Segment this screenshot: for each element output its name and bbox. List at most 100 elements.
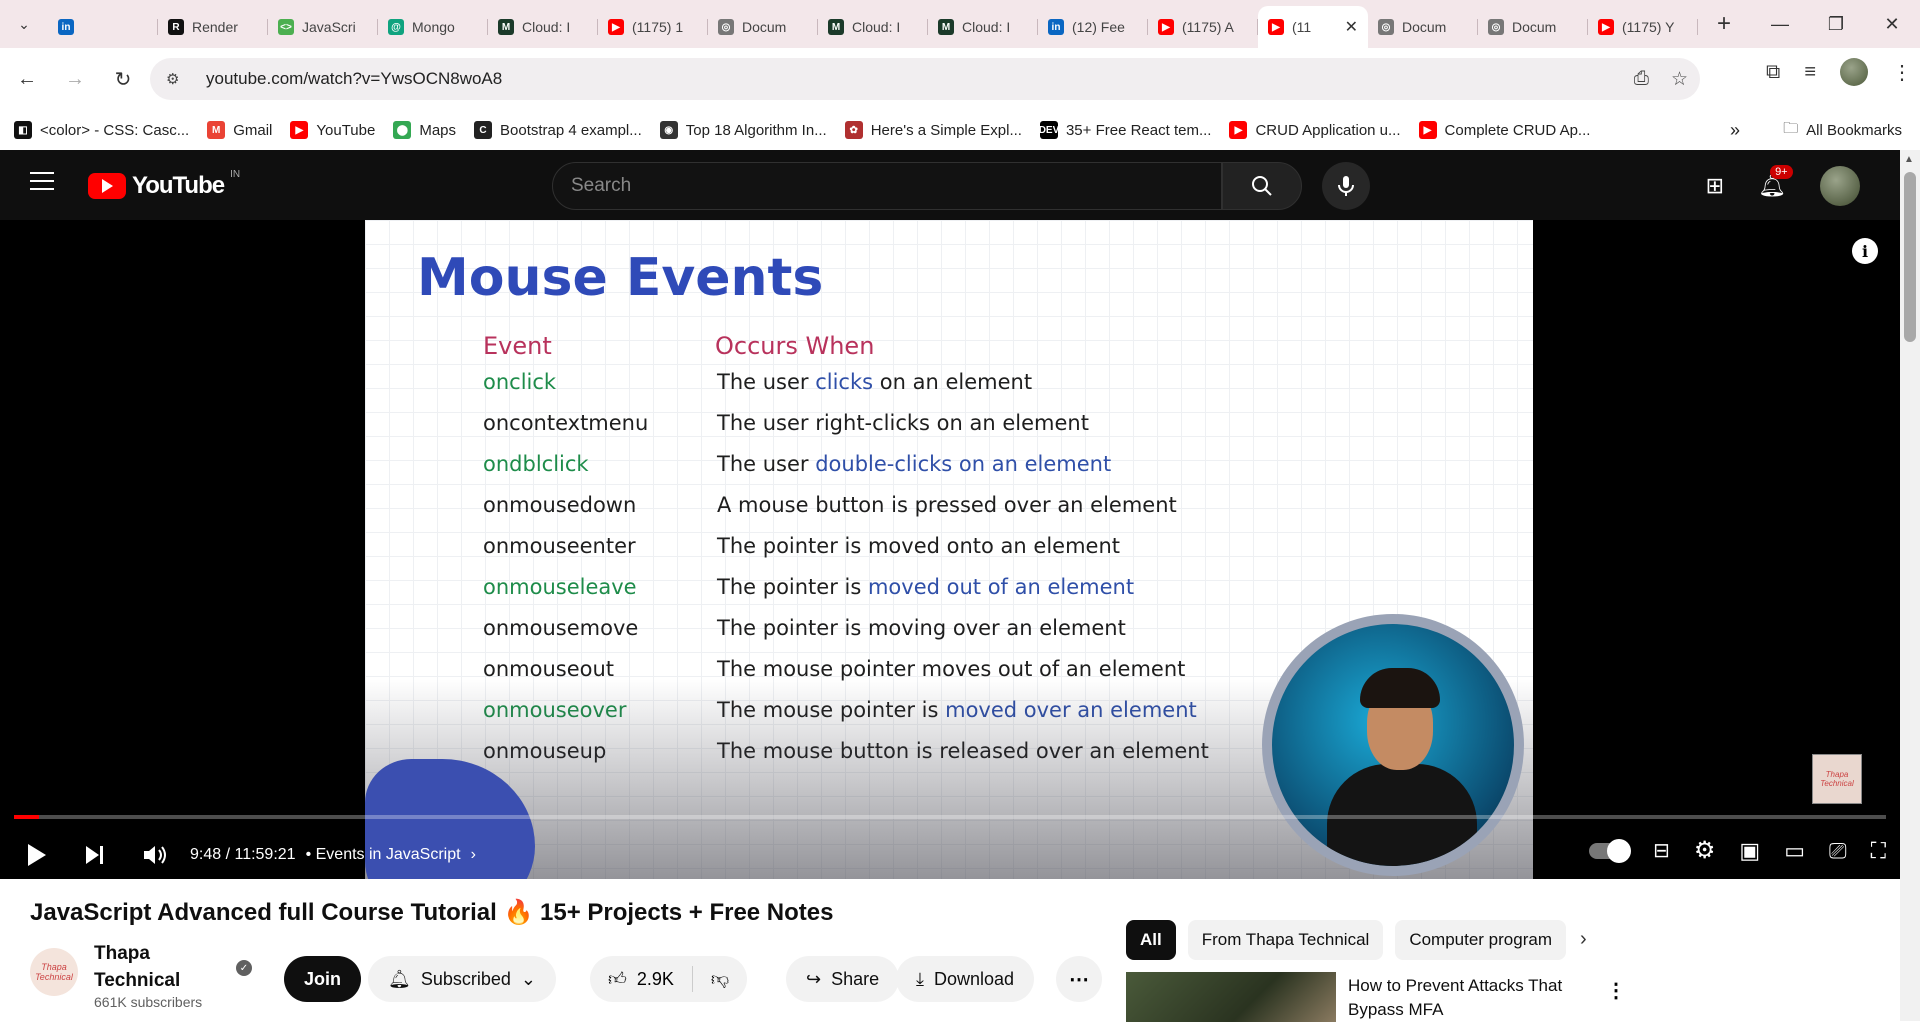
bookmark-item[interactable]: C Bootstrap 4 exampl... [474, 121, 642, 139]
more-bookmarks-chevron-icon[interactable]: » [1730, 120, 1740, 141]
info-icon[interactable]: i [1852, 238, 1878, 264]
browser-tab[interactable]: ▶ (1175) 1 [598, 9, 708, 45]
account-avatar[interactable] [1820, 166, 1860, 206]
bookmark-item[interactable]: ⬤ Maps [393, 121, 456, 139]
settings-gear-icon[interactable]: ⚙ [1694, 836, 1716, 865]
reload-button[interactable]: ↻ [102, 58, 144, 100]
page-scrollbar[interactable]: ▲ [1900, 150, 1920, 1021]
bookmark-star-icon[interactable]: ☆ [1671, 68, 1688, 91]
bookmark-item[interactable]: ▶ Complete CRUD Ap... [1418, 121, 1590, 139]
miniplayer-icon[interactable]: ▣ [1739, 838, 1760, 864]
join-button[interactable]: Join [284, 956, 362, 1002]
search-button[interactable] [1222, 162, 1302, 210]
more-actions-button[interactable]: ⋯ [1056, 956, 1102, 1002]
bookmark-item[interactable]: DEV 35+ Free React tem... [1039, 121, 1211, 139]
tab-search-chevron-icon[interactable]: ⌄ [0, 0, 48, 48]
browser-tab[interactable]: <> JavaScri [268, 9, 378, 45]
recommendation-menu-icon[interactable]: ⋮ [1606, 978, 1626, 1003]
channel-avatar[interactable]: Thapa Technical [30, 948, 78, 996]
filter-chip[interactable]: All [1126, 920, 1176, 960]
next-button[interactable] [84, 844, 106, 866]
subtitles-icon[interactable]: ⊟ [1653, 838, 1670, 863]
download-button[interactable]: ⤓ Download [896, 956, 1035, 1002]
address-bar[interactable]: ⚙ youtube.com/watch?v=YwsOCN8woA8 ⎙ ☆ [150, 58, 1700, 100]
all-bookmarks-button[interactable]: 🗀 All Bookmarks [1783, 118, 1902, 143]
close-tab-icon[interactable]: ✕ [1345, 17, 1358, 37]
media-controls-icon[interactable]: ≡ [1804, 61, 1816, 84]
browser-menu-icon[interactable]: ⋮ [1892, 60, 1912, 85]
profile-avatar[interactable] [1840, 58, 1868, 86]
event-row: onclick The user clicks on an element [365, 370, 1533, 411]
browser-tab[interactable]: R Render [158, 9, 268, 45]
browser-tab[interactable]: ◎ Docum [1478, 9, 1588, 45]
browser-tab[interactable]: @ Mongo [378, 9, 488, 45]
bookmark-label: YouTube [316, 121, 376, 139]
install-app-icon[interactable]: ⎙ [1634, 68, 1649, 91]
recommendation-item[interactable]: How to Prevent Attacks That Bypass MFA ⋮ [1126, 972, 1902, 1022]
create-video-icon[interactable]: ⊞ [1706, 173, 1724, 199]
browser-tab[interactable]: M Cloud: I [928, 9, 1038, 45]
browser-tab[interactable]: M Cloud: I [488, 9, 598, 45]
scrollbar-thumb[interactable] [1904, 172, 1916, 342]
window-controls: — ❐ ✕ [1752, 0, 1920, 48]
bookmark-favicon-icon: M [207, 121, 226, 139]
bookmark-label: Bootstrap 4 exampl... [500, 121, 642, 139]
render-icon: R [168, 19, 184, 35]
menu-hamburger-icon[interactable] [30, 172, 54, 196]
browser-tab[interactable]: M Cloud: I [818, 9, 928, 45]
recommendation-thumbnail[interactable] [1126, 972, 1336, 1022]
chips-next-chevron-icon[interactable]: › [1580, 928, 1587, 951]
new-tab-button[interactable]: + [1706, 6, 1742, 42]
recommendation-title[interactable]: How to Prevent Attacks That Bypass MFA [1348, 974, 1608, 1022]
back-button[interactable]: ← [6, 58, 48, 100]
forward-button[interactable]: → [54, 58, 96, 100]
site-info-icon[interactable]: ⚙ [166, 70, 186, 88]
chapter-chevron-icon[interactable]: › [471, 846, 476, 864]
progress-played [14, 815, 40, 819]
bookmark-item[interactable]: ✿ Here's a Simple Expl... [844, 121, 1022, 139]
like-button[interactable]: 👍︎ 2.9K [590, 956, 692, 1002]
autoplay-toggle[interactable] [1589, 838, 1632, 863]
browser-tab[interactable]: ▶ (11 ✕ [1258, 6, 1368, 48]
browser-tab[interactable]: in [48, 9, 158, 45]
scroll-up-arrow-icon[interactable]: ▲ [1904, 154, 1914, 165]
bookmark-item[interactable]: ◧ <color> - CSS: Casc... [14, 121, 189, 139]
theater-mode-icon[interactable]: ▭ [1784, 838, 1805, 864]
download-label: Download [933, 968, 1015, 989]
subscribed-button[interactable]: 🔔︎ Subscribed ⌄ [368, 956, 557, 1002]
minimize-button[interactable]: — [1752, 0, 1808, 48]
browser-tab[interactable]: ◎ Docum [708, 9, 818, 45]
voice-search-button[interactable] [1322, 162, 1370, 210]
close-window-button[interactable]: ✕ [1864, 0, 1920, 48]
restore-button[interactable]: ❐ [1808, 0, 1864, 48]
share-button[interactable]: ↪ Share [786, 956, 900, 1002]
all-bookmarks-label: All Bookmarks [1806, 121, 1902, 139]
filter-chip[interactable]: From Thapa Technical [1187, 920, 1384, 960]
browser-tab[interactable]: ▶ (1175) A [1148, 9, 1258, 45]
progress-bar[interactable] [14, 815, 1886, 819]
extensions-icon[interactable]: ⧉ [1766, 61, 1780, 84]
filter-chip[interactable]: Computer program [1395, 920, 1566, 960]
video-player[interactable]: Mouse Events Event Occurs When onclick Th… [0, 220, 1900, 879]
volume-button[interactable] [142, 844, 168, 866]
bell-icon: 🔔︎ [388, 968, 411, 989]
chapter-title[interactable]: • Events in JavaScript [306, 846, 461, 864]
description-text: The user [717, 370, 816, 394]
search-input[interactable]: Search [552, 162, 1222, 210]
channel-name[interactable]: Thapa Technical [94, 940, 204, 994]
play-button[interactable] [26, 843, 48, 867]
bookmark-item[interactable]: ◉ Top 18 Algorithm In... [659, 121, 827, 139]
fullscreen-icon[interactable]: ⛶ [1871, 838, 1886, 864]
browser-tab[interactable]: ◎ Docum [1368, 9, 1478, 45]
browser-tab[interactable]: in (12) Fee [1038, 9, 1148, 45]
youtube-logo[interactable]: YouTube IN [88, 169, 240, 200]
channel-watermark[interactable]: Thapa Technical [1812, 754, 1862, 804]
bookmark-item[interactable]: M Gmail [207, 121, 272, 139]
notifications-bell-icon[interactable]: 🔔︎ 9+ [1758, 165, 1793, 199]
dislike-button[interactable]: 👎︎ [693, 956, 747, 1002]
browser-tab[interactable]: ▶ (1175) Y [1588, 9, 1698, 45]
cast-icon[interactable]: ⎚ [1829, 838, 1847, 864]
bookmark-item[interactable]: ▶ CRUD Application u... [1229, 121, 1401, 139]
bookmark-item[interactable]: ▶ YouTube [290, 121, 375, 139]
url-text[interactable]: youtube.com/watch?v=YwsOCN8woA8 [206, 69, 502, 89]
